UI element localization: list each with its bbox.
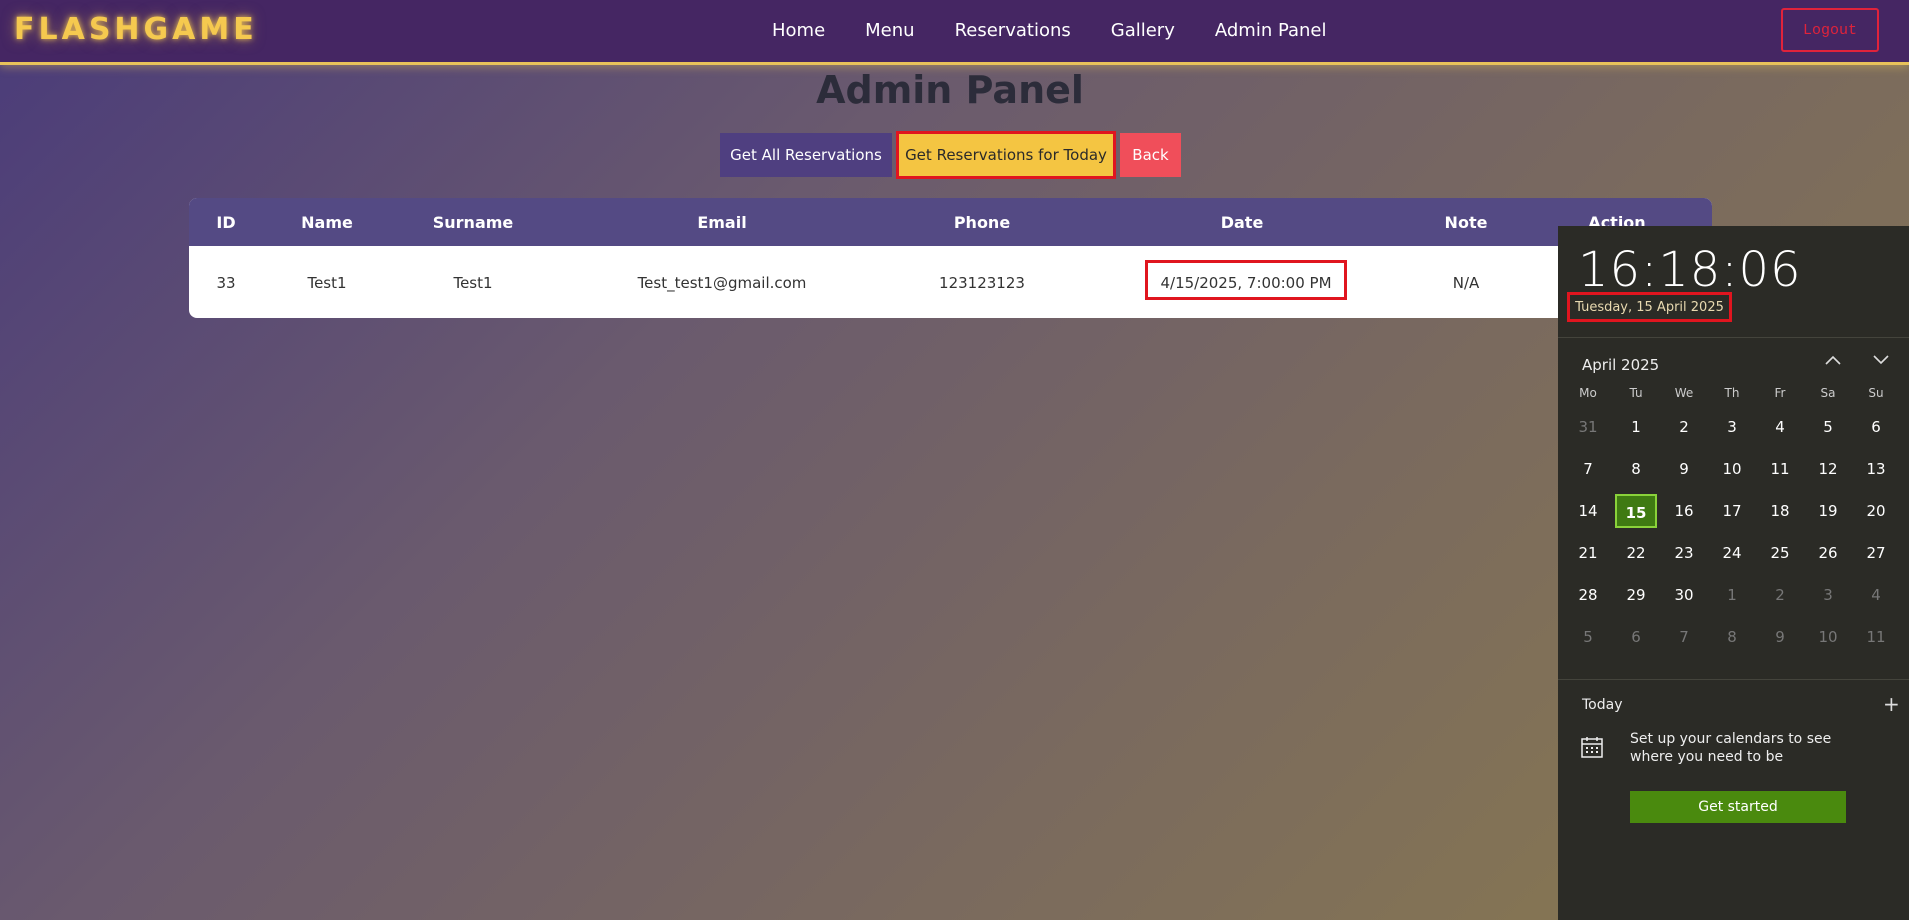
main-nav: Home Menu Reservations Gallery Admin Pan… [772,20,1327,41]
calendar-day[interactable]: 8 [1708,628,1756,646]
weekday-label: Sa [1820,386,1836,400]
calendar-day[interactable]: 30 [1660,586,1708,604]
calendar-day[interactable]: 6 [1612,628,1660,646]
get-all-reservations-button[interactable]: Get All Reservations [720,133,892,177]
calendar-day[interactable]: 10 [1804,628,1852,646]
weekday-label: Su [1868,386,1884,400]
calendar-day[interactable]: 18 [1756,502,1804,520]
nav-home[interactable]: Home [772,20,825,41]
nav-menu[interactable]: Menu [865,20,914,41]
weekday-label: Th [1724,386,1740,400]
cell-note: N/A [1452,274,1480,292]
calendar-day[interactable]: 31 [1564,418,1612,436]
calendar-day[interactable]: 1 [1708,586,1756,604]
top-nav-bar: FLASHGAME Home Menu Reservations Gallery… [0,0,1909,65]
calendar-day[interactable]: 16 [1660,502,1708,520]
calendar-day[interactable]: 4 [1852,586,1900,604]
calendar-day[interactable]: 3 [1708,418,1756,436]
calendar-day[interactable]: 27 [1852,544,1900,562]
divider [1558,679,1909,680]
column-header-date: Date [1220,213,1264,232]
cell-surname: Test1 [453,274,493,292]
calendar-day[interactable]: 2 [1756,586,1804,604]
chevron-down-icon[interactable] [1872,350,1890,371]
back-button[interactable]: Back [1120,133,1181,177]
column-header-id: ID [216,213,236,232]
cell-email: Test_test1@gmail.com [637,274,807,292]
calendar-day[interactable]: 7 [1564,460,1612,478]
add-event-icon[interactable]: + [1883,692,1900,716]
calendar-setup-text: Set up your calendars to see where you n… [1630,731,1832,765]
column-header-email: Email [697,213,747,232]
page-title: Admin Panel [816,68,1084,112]
cell-date: 4/15/2025, 7:00:00 PM [1160,274,1332,292]
calendar-day[interactable]: 26 [1804,544,1852,562]
calendar-day[interactable]: 14 [1564,502,1612,520]
column-header-surname: Surname [432,213,514,232]
get-started-button[interactable]: Get started [1630,791,1846,823]
weekday-label: Mo [1579,386,1597,400]
calendar-day[interactable]: 20 [1852,502,1900,520]
calendar-day[interactable]: 5 [1804,418,1852,436]
month-label[interactable]: April 2025 [1582,356,1659,374]
calendar-day[interactable]: 25 [1756,544,1804,562]
calendar-day[interactable]: 17 [1708,502,1756,520]
chevron-up-icon[interactable] [1824,350,1842,371]
logout-button[interactable]: Logout [1781,8,1879,52]
calendar-day[interactable]: 8 [1612,460,1660,478]
table-header: ID Name Surname Email Phone Date Note Ac… [189,198,1712,246]
column-header-name: Name [301,213,353,232]
calendar-day[interactable]: 11 [1852,628,1900,646]
calendar-day[interactable]: 21 [1564,544,1612,562]
today-label: Today [1582,697,1623,713]
calendar-day[interactable]: 7 [1660,628,1708,646]
cell-name: Test1 [307,274,347,292]
calendar-day[interactable]: 10 [1708,460,1756,478]
calendar-day[interactable]: 12 [1804,460,1852,478]
calendar-day[interactable]: 22 [1612,544,1660,562]
get-today-reservations-button[interactable]: Get Reservations for Today [896,131,1116,179]
nav-gallery[interactable]: Gallery [1111,20,1175,41]
full-date[interactable]: Tuesday, 15 April 2025 [1567,292,1732,322]
divider [1558,337,1909,338]
column-header-phone: Phone [953,213,1011,232]
calendar-day[interactable]: 4 [1756,418,1804,436]
calendar-day[interactable]: 28 [1564,586,1612,604]
calendar-day[interactable]: 2 [1660,418,1708,436]
cell-phone: 123123123 [939,274,1025,292]
calendar-day[interactable]: 29 [1612,586,1660,604]
calendar-day[interactable]: 23 [1660,544,1708,562]
calendar-icon [1580,735,1604,763]
weekday-label: Fr [1774,386,1786,400]
calendar-day[interactable]: 9 [1756,628,1804,646]
cell-id: 33 [216,274,236,292]
column-header-note: Note [1444,213,1488,232]
calendar-day[interactable]: 3 [1804,586,1852,604]
calendar-day[interactable]: 6 [1852,418,1900,436]
calendar-flyout: 16:18:06 Tuesday, 15 April 2025 April 20… [1558,226,1909,920]
calendar-day[interactable]: 24 [1708,544,1756,562]
weekday-label: Tu [1629,386,1643,400]
calendar-day[interactable]: 1 [1612,418,1660,436]
calendar-day-today[interactable]: 15 [1615,494,1657,528]
site-logo[interactable]: FLASHGAME [14,12,258,47]
calendar-day[interactable]: 11 [1756,460,1804,478]
calendar-day[interactable]: 19 [1804,502,1852,520]
nav-reservations[interactable]: Reservations [955,20,1071,41]
calendar-day[interactable]: 5 [1564,628,1612,646]
action-buttons: Get All Reservations Get Reservations fo… [720,131,1181,179]
reservations-table: ID Name Surname Email Phone Date Note Ac… [189,198,1712,318]
calendar-day[interactable]: 9 [1660,460,1708,478]
calendar-day[interactable]: 13 [1852,460,1900,478]
clock-time: 16:18:06 [1578,242,1802,298]
nav-admin-panel[interactable]: Admin Panel [1215,20,1327,41]
weekday-label: We [1674,386,1694,400]
